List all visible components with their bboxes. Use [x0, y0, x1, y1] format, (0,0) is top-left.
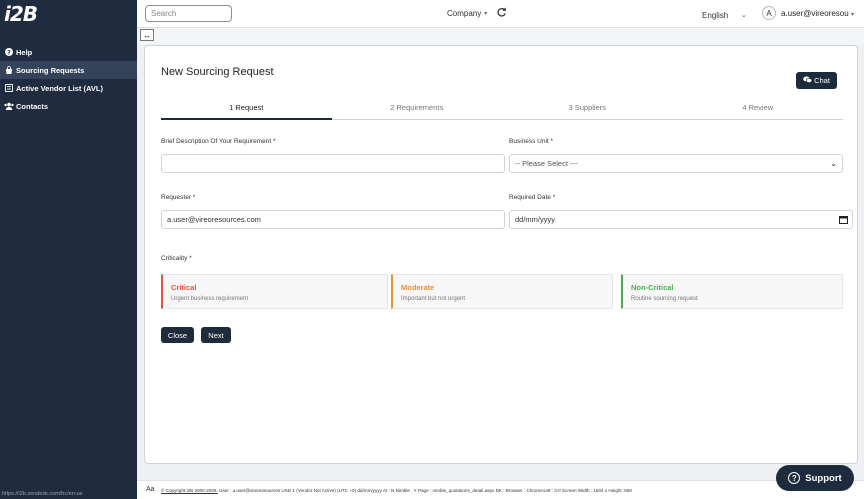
session-info: User : a.user@vireoresources USD 1 (Vend…: [219, 488, 632, 493]
criticality-option-moderate[interactable]: Moderate Important but not urgent: [391, 274, 613, 309]
calendar-icon[interactable]: [839, 215, 848, 224]
support-label: Support: [805, 472, 842, 484]
business-unit-select[interactable]: -- Please Select --- ⌄: [509, 154, 843, 173]
tab-review[interactable]: 4 Review: [673, 101, 844, 119]
page-title: New Sourcing Request: [161, 66, 274, 78]
requester-label: Requester *: [161, 194, 196, 201]
required-date-value: dd/mm/yyyy: [515, 215, 556, 224]
support-button[interactable]: ? Support: [776, 465, 854, 491]
caret-down-icon: ▾: [850, 12, 854, 18]
criticality-title: Moderate: [401, 283, 435, 292]
sidebar-item-label: Help: [16, 47, 33, 57]
user-menu[interactable]: a.user@vireoresou ▾: [781, 9, 863, 18]
sub-toolbar: ↔: [137, 28, 864, 44]
sidebar-item-active-vendor-list[interactable]: Active Vendor List (AVL): [0, 79, 137, 97]
copyright-link[interactable]: © Copyright i2B 2000-2026.: [161, 488, 218, 493]
users-icon: [3, 102, 14, 110]
criticality-title: Critical: [171, 283, 197, 292]
requester-input[interactable]: a.user@vireoresources.com: [161, 210, 505, 229]
criticality-subtitle: Routine sourcing request: [631, 296, 698, 302]
chevron-down-icon: ⌄: [830, 159, 837, 168]
svg-text:?: ?: [7, 49, 11, 56]
footer: Aa © Copyright i2B 2000-2026. User : a.u…: [137, 480, 864, 499]
description-input[interactable]: [161, 154, 505, 173]
close-button[interactable]: Close: [161, 327, 194, 343]
sidebar-item-sourcing-requests[interactable]: Sourcing Requests: [0, 61, 137, 79]
search-input[interactable]: [145, 5, 232, 22]
tab-suppliers[interactable]: 3 Suppliers: [502, 101, 673, 119]
sidebar-nav: ? Help Sourcing Requests Active Vendor L…: [0, 43, 137, 115]
criticality-option-non-critical[interactable]: Non-Critical Routine sourcing request: [621, 274, 843, 309]
shopping-bag-icon: [3, 66, 14, 74]
description-label: Brief Description Of Your Requirement *: [161, 138, 276, 145]
caret-down-icon: ▾: [484, 11, 488, 17]
criticality-label: Criticality *: [161, 255, 192, 262]
business-unit-value: -- Please Select ---: [515, 159, 578, 168]
sidebar-item-label: Active Vendor List (AVL): [16, 83, 103, 93]
top-bar: Company ▾ English ⌄ A a.user@vireoresou …: [137, 0, 864, 28]
criticality-subtitle: Important but not urgent: [401, 296, 466, 302]
criticality-title: Non-Critical: [631, 283, 674, 292]
chevron-down-icon[interactable]: ⌄: [741, 11, 747, 19]
footer-info: © Copyright i2B 2000-2026. User : a.user…: [161, 488, 632, 493]
list-icon: [3, 84, 14, 92]
sidebar-item-label: Contacts: [16, 101, 49, 111]
required-date-input[interactable]: dd/mm/yyyy: [509, 210, 853, 229]
sidebar-toggle-button[interactable]: ↔: [140, 29, 154, 41]
company-label: Company: [447, 9, 482, 18]
criticality-option-critical[interactable]: Critical Urgent business requirement: [161, 274, 388, 309]
tab-request[interactable]: 1 Request: [161, 101, 332, 120]
wizard-steps: 1 Request 2 Requirements 3 Suppliers 4 R…: [161, 101, 843, 120]
company-dropdown[interactable]: Company ▾: [447, 9, 487, 18]
question-circle-icon: ?: [3, 48, 14, 56]
language-selector[interactable]: English: [702, 11, 728, 20]
sidebar-item-contacts[interactable]: Contacts: [0, 97, 137, 115]
user-name: a.user@vireoresou: [781, 9, 849, 18]
sidebar-item-label: Sourcing Requests: [16, 65, 85, 75]
comments-icon: [803, 76, 813, 86]
chat-label: Chat: [814, 76, 830, 85]
tab-requirements[interactable]: 2 Requirements: [332, 101, 503, 119]
sidebar-item-help[interactable]: ? Help: [0, 43, 137, 61]
status-url: https://i2b.zendesk.com/hc/en-us: [2, 491, 83, 497]
business-unit-label: Business Unit *: [509, 138, 554, 145]
required-date-label: Required Date *: [509, 194, 556, 201]
refresh-icon[interactable]: [496, 7, 507, 18]
avatar[interactable]: A: [762, 6, 776, 20]
arrows-horizontal-icon: ↔: [143, 30, 151, 40]
chat-button[interactable]: Chat: [796, 72, 837, 89]
text-size-toggle[interactable]: Aa: [146, 486, 155, 493]
next-button[interactable]: Next: [201, 327, 231, 343]
sidebar: i2B ? Help Sourcing Requests Active Vend…: [0, 0, 137, 499]
question-circle-icon: ?: [788, 472, 801, 484]
sourcing-request-card: New Sourcing Request Chat 1 Request 2 Re…: [144, 45, 858, 464]
criticality-subtitle: Urgent business requirement: [171, 296, 249, 302]
app-logo[interactable]: i2B: [4, 2, 38, 26]
